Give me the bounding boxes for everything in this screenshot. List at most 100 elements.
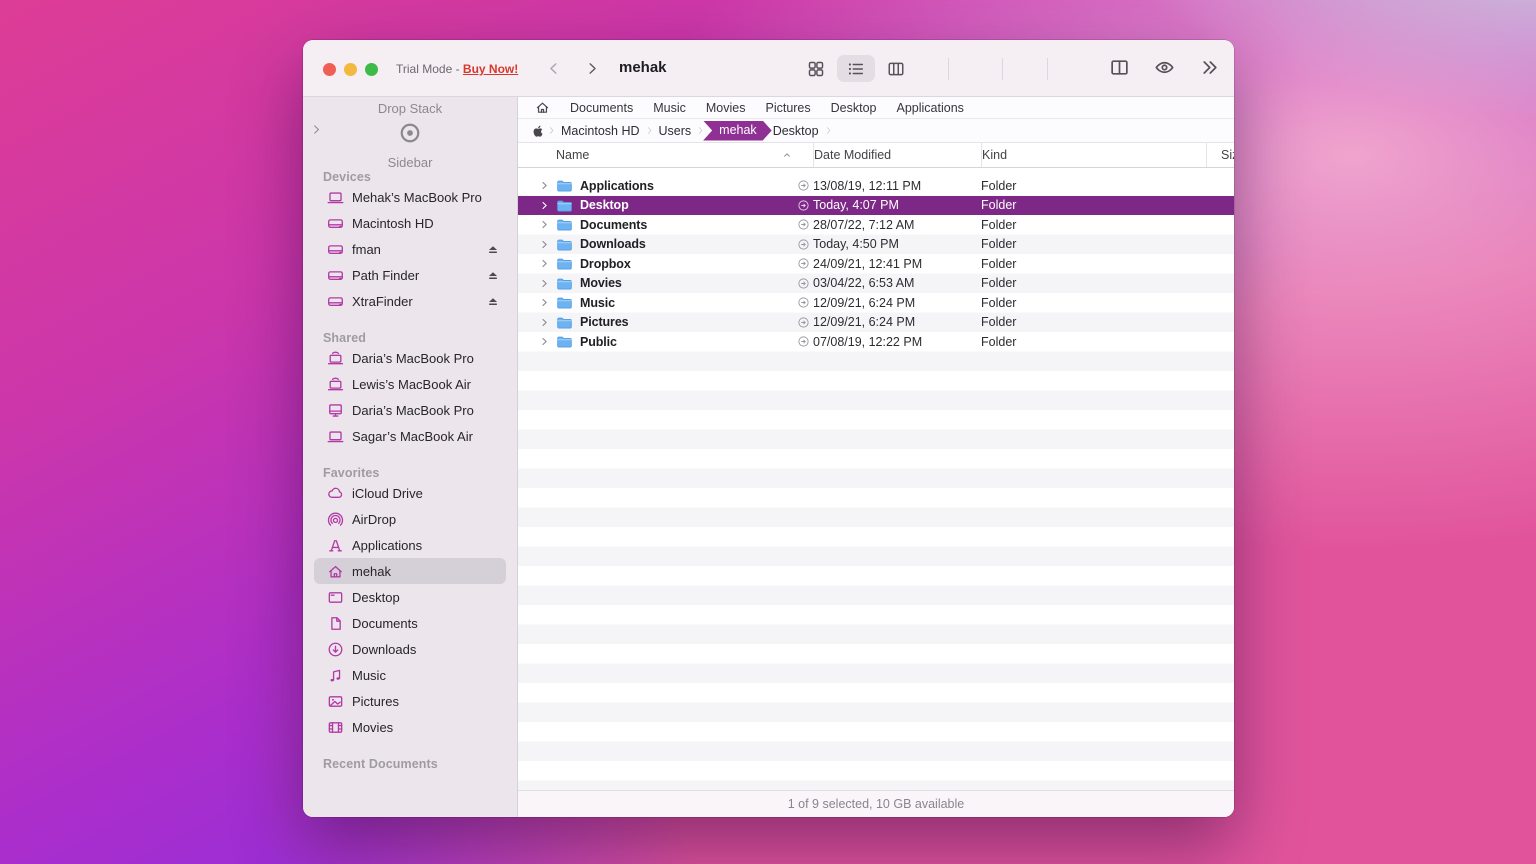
disclosure-chevron[interactable] <box>518 239 556 250</box>
disclosure-chevron[interactable] <box>518 180 556 191</box>
sidebar-item-lewis-s-macbook-air[interactable]: Lewis’s MacBook Air <box>314 371 506 397</box>
column-view-button[interactable] <box>877 55 915 82</box>
sidebar-item-fman[interactable]: fman <box>314 236 506 262</box>
disclosure-chevron[interactable] <box>518 317 556 328</box>
chevron-right-icon <box>539 297 550 308</box>
list-view-button[interactable] <box>837 55 875 82</box>
column-header-kind[interactable]: Kind <box>981 143 1206 167</box>
sidebar-item-movies[interactable]: Movies <box>314 714 506 740</box>
file-date-modified: 12/09/21, 6:24 PM <box>813 315 981 329</box>
disclosure-chevron[interactable] <box>518 258 556 269</box>
goto-circle-icon <box>797 335 810 348</box>
sidebar-item-mehak[interactable]: mehak <box>314 558 506 584</box>
sidebar-item-music[interactable]: Music <box>314 662 506 688</box>
sidebar-item-mehak-s-macbook-pro[interactable]: Mehak’s MacBook Pro <box>314 184 506 210</box>
home-icon <box>327 563 344 580</box>
breadcrumb-item-macintosh-hd[interactable]: Macintosh HD <box>556 124 645 138</box>
sidebar-item-airdrop[interactable]: AirDrop <box>314 506 506 532</box>
breadcrumb-item-users[interactable]: Users <box>654 124 697 138</box>
breadcrumb-separator-icon <box>645 122 654 139</box>
eject-icon[interactable] <box>486 294 500 308</box>
drop-stack-expand-chevron[interactable] <box>310 123 323 136</box>
file-row-public[interactable]: Public07/08/19, 12:22 PMFolder <box>518 332 1234 352</box>
apple-icon[interactable] <box>531 124 545 138</box>
document-icon <box>327 615 344 632</box>
sidebar-item-xtrafinder[interactable]: XtraFinder <box>314 288 506 314</box>
file-row-applications[interactable]: Applications13/08/19, 12:11 PMFolder <box>518 176 1234 196</box>
column-header-kind-label: Kind <box>982 148 1007 162</box>
disclosure-chevron[interactable] <box>518 278 556 289</box>
sidebar-item-label: Daria’s MacBook Pro <box>352 403 474 418</box>
back-button[interactable] <box>545 60 562 77</box>
path-finder-window: Trial Mode - Buy Now! mehak Drop Stack <box>303 40 1234 817</box>
close-button[interactable] <box>323 63 336 76</box>
favorites-bar-item-movies[interactable]: Movies <box>706 101 746 115</box>
file-row-music[interactable]: Music12/09/21, 6:24 PMFolder <box>518 293 1234 313</box>
favorites-bar-item-pictures[interactable]: Pictures <box>765 101 810 115</box>
column-header-name-label: Name <box>556 148 589 162</box>
file-row-downloads[interactable]: DownloadsToday, 4:50 PMFolder <box>518 235 1234 255</box>
file-row-dropbox[interactable]: Dropbox24/09/21, 12:41 PMFolder <box>518 254 1234 274</box>
breadcrumb-item-desktop[interactable]: Desktop <box>768 124 824 138</box>
breadcrumb-current-mehak[interactable]: mehak <box>703 121 772 141</box>
toolbar-separator <box>1002 58 1003 80</box>
sidebar-item-daria-s-macbook-pro[interactable]: Daria’s MacBook Pro <box>314 397 506 423</box>
disclosure-chevron[interactable] <box>518 219 556 230</box>
home-shortcut-icon[interactable] <box>535 100 550 115</box>
sidebar-item-documents[interactable]: Documents <box>314 610 506 636</box>
favorites-bar-item-desktop[interactable]: Desktop <box>831 101 877 115</box>
icon-view-button[interactable] <box>797 55 835 82</box>
zoom-button[interactable] <box>365 63 378 76</box>
favorites-bar-item-applications[interactable]: Applications <box>897 101 964 115</box>
sidebar-item-downloads[interactable]: Downloads <box>314 636 506 662</box>
sidebar-item-path-finder[interactable]: Path Finder <box>314 262 506 288</box>
column-header-size[interactable]: Size <box>1206 143 1234 167</box>
drop-stack-label: Drop Stack <box>303 101 517 116</box>
sidebar-item-label: Applications <box>352 538 422 553</box>
sidebar-item-label: Movies <box>352 720 393 735</box>
list-view-icon <box>847 60 865 78</box>
sidebar-item-daria-s-macbook-pro[interactable]: Daria’s MacBook Pro <box>314 345 506 371</box>
desktop-wallpaper: Trial Mode - Buy Now! mehak Drop Stack <box>0 0 1536 864</box>
sidebar-item-label: Macintosh HD <box>352 216 434 231</box>
file-row-pictures[interactable]: Pictures12/09/21, 6:24 PMFolder <box>518 313 1234 333</box>
home-icon <box>535 100 550 115</box>
folder-icon-cell <box>556 177 580 194</box>
sidebar-item-applications[interactable]: Applications <box>314 532 506 558</box>
minimize-button[interactable] <box>344 63 357 76</box>
drive-icon <box>327 293 344 310</box>
eject-icon[interactable] <box>486 242 500 256</box>
sidebar-section-recent-documents: Recent Documents <box>303 757 517 771</box>
sidebar-item-desktop[interactable]: Desktop <box>314 584 506 610</box>
file-date-modified: 13/08/19, 12:11 PM <box>813 179 981 193</box>
file-row-documents[interactable]: Documents28/07/22, 7:12 AMFolder <box>518 215 1234 235</box>
dual-pane-button[interactable] <box>1109 57 1130 83</box>
sidebar-item-label: fman <box>352 242 381 257</box>
file-row-movies[interactable]: Movies03/04/22, 6:53 AMFolder <box>518 274 1234 294</box>
forward-button[interactable] <box>584 60 601 77</box>
crumb-chevron-icon <box>547 126 556 135</box>
sidebar-item-macintosh-hd[interactable]: Macintosh HD <box>314 210 506 236</box>
favorites-bar-item-documents[interactable]: Documents <box>570 101 633 115</box>
column-header-date-modified[interactable]: Date Modified <box>813 143 981 167</box>
disclosure-chevron[interactable] <box>518 200 556 211</box>
favorites-bar-item-music[interactable]: Music <box>653 101 686 115</box>
disclosure-chevron[interactable] <box>518 297 556 308</box>
laptop-icon <box>327 189 344 206</box>
buy-now-link[interactable]: Buy Now! <box>463 62 518 76</box>
sidebar-item-icloud-drive[interactable]: iCloud Drive <box>314 480 506 506</box>
sidebar-item-sagar-s-macbook-air[interactable]: Sagar’s MacBook Air <box>314 423 506 449</box>
eject-icon[interactable] <box>486 268 500 282</box>
file-row-desktop[interactable]: DesktopToday, 4:07 PMFolder <box>518 196 1234 216</box>
status-text: 1 of 9 selected, 10 GB available <box>788 797 965 811</box>
preview-button[interactable] <box>1154 57 1175 83</box>
folder-icon-cell <box>556 197 580 214</box>
sidebar-item-label: Mehak’s MacBook Pro <box>352 190 482 205</box>
drop-stack-target-icon[interactable] <box>399 122 421 149</box>
sidebar-item-pictures[interactable]: Pictures <box>314 688 506 714</box>
app-a-icon <box>327 537 344 554</box>
favorites-items: Documents Music Movies Pictures Desktop Appli… <box>570 101 964 115</box>
toolbar-overflow-button[interactable] <box>1199 57 1220 83</box>
disclosure-chevron[interactable] <box>518 336 556 347</box>
column-header-name[interactable]: Name <box>556 148 793 162</box>
